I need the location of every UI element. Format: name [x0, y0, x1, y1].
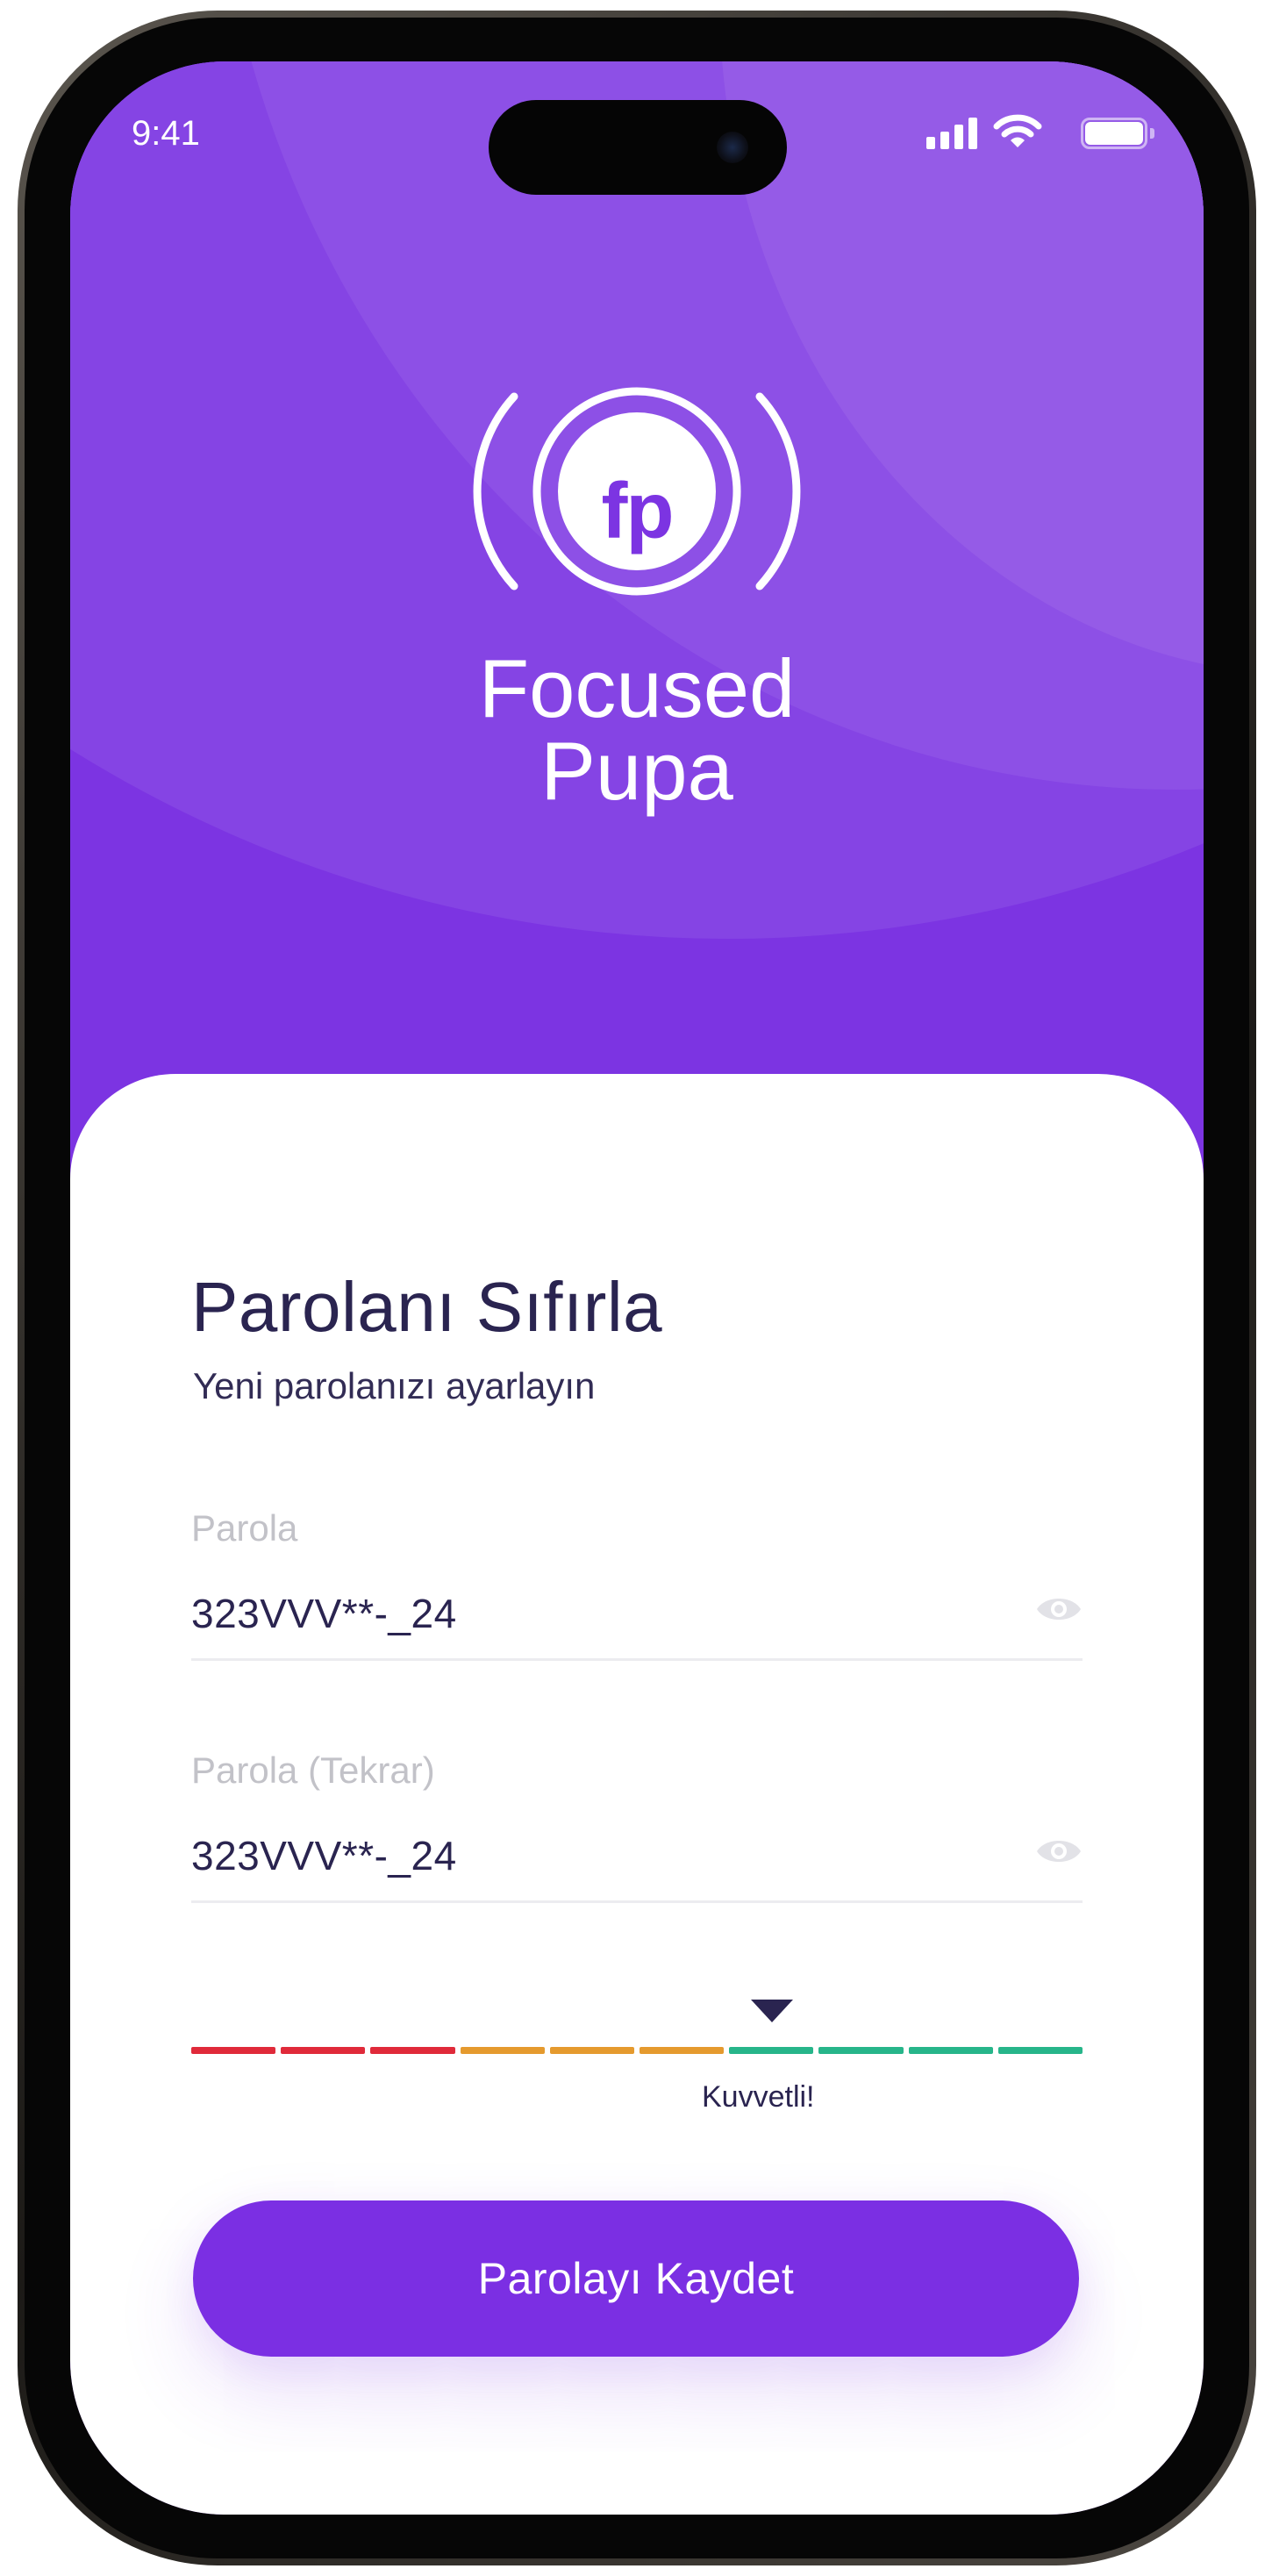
strength-bars: [191, 2047, 1083, 2054]
camera-icon: [717, 132, 748, 163]
password-repeat-input[interactable]: 323VVV**-_24: [191, 1832, 457, 1879]
password-field[interactable]: Parola 323VVV**-_24: [191, 1507, 1083, 1661]
status-bar: 9:41: [70, 61, 1204, 195]
status-icons: [891, 114, 1154, 149]
save-password-button[interactable]: Parolayı Kaydet: [193, 2200, 1079, 2357]
password-strength-meter: Kuvvetli!: [191, 2000, 1083, 2122]
strength-segment: [549, 2047, 635, 2054]
strength-segment: [818, 2047, 904, 2054]
hero-header: fp Focused Pupa: [70, 61, 1204, 1167]
password-repeat-label: Parola (Tekrar): [191, 1750, 435, 1791]
dynamic-island: [489, 100, 787, 195]
page-title: Parolanı Sıfırla: [191, 1268, 663, 1346]
strength-segment: [997, 2047, 1083, 2054]
page-subtitle: Yeni parolanızı ayarlayın: [193, 1365, 596, 1406]
strength-label: Kuvvetli!: [702, 2080, 815, 2114]
strength-indicator-icon: [751, 2000, 793, 2022]
logo-monogram: fp: [601, 468, 675, 555]
brand-name-line1: Focused: [478, 642, 796, 734]
battery-icon: [1081, 118, 1154, 149]
password-repeat-field[interactable]: Parola (Tekrar) 323VVV**-_24: [191, 1750, 1083, 1903]
status-time: 9:41: [132, 114, 200, 153]
field-underline: [191, 1900, 1083, 1903]
strength-segment: [640, 2047, 725, 2054]
password-label: Parola: [191, 1507, 298, 1549]
strength-segment: [191, 2047, 276, 2054]
reset-password-card: Parolanı Sıfırla Yeni parolanızı ayarlay…: [70, 1074, 1204, 2515]
eye-icon[interactable]: [1035, 1834, 1083, 1869]
password-input[interactable]: 323VVV**-_24: [191, 1590, 457, 1637]
wifi-icon: [993, 114, 1042, 147]
screen: fp Focused Pupa 9:41 Parolanı Sıfırla Ye…: [70, 61, 1204, 2515]
signal-icon: [926, 118, 979, 149]
strength-segment: [281, 2047, 366, 2054]
brand-name-line2: Pupa: [540, 725, 733, 817]
eye-icon[interactable]: [1035, 1592, 1083, 1627]
strength-segment: [460, 2047, 545, 2054]
strength-segment: [908, 2047, 993, 2054]
strength-segment: [729, 2047, 814, 2054]
field-underline: [191, 1658, 1083, 1661]
strength-segment: [370, 2047, 455, 2054]
